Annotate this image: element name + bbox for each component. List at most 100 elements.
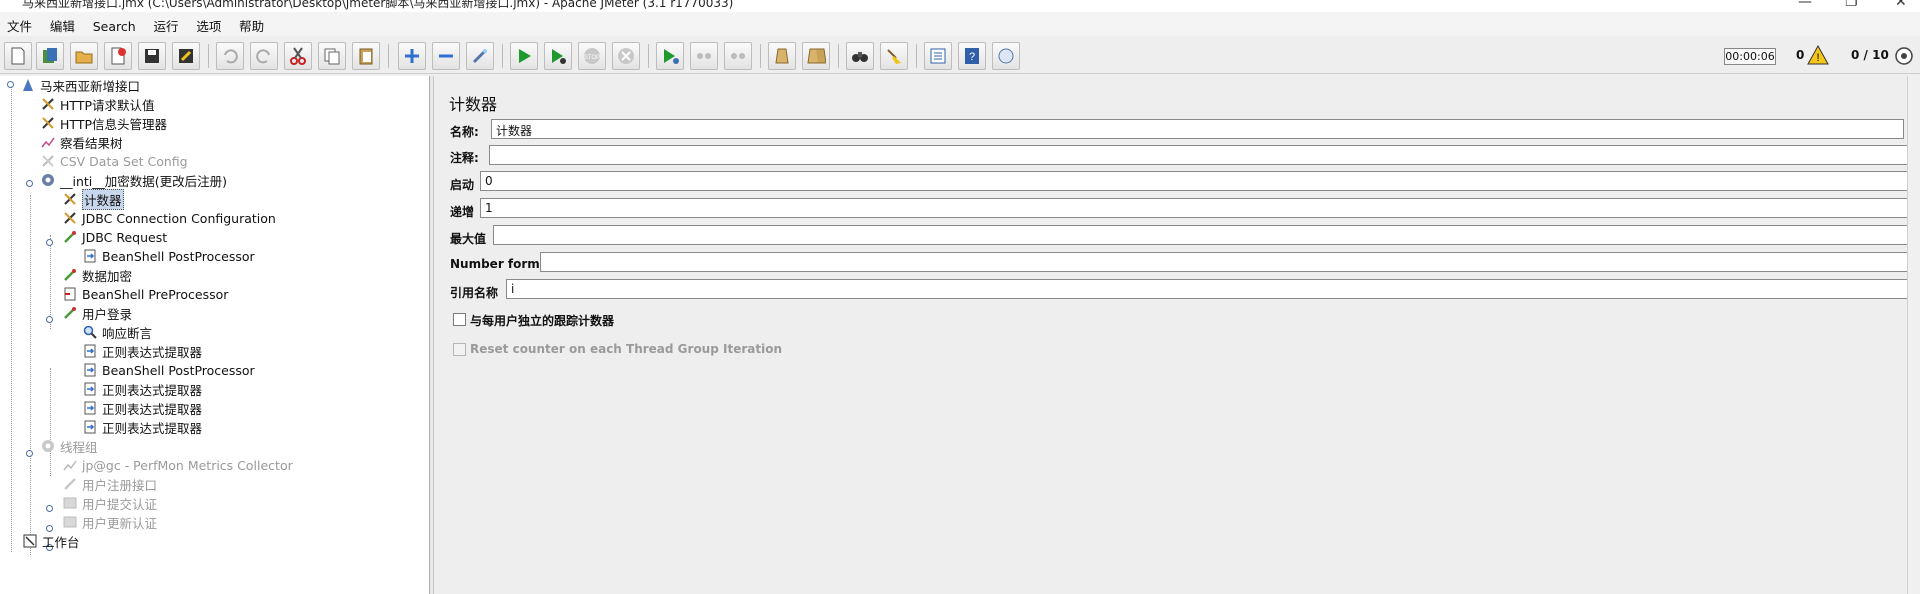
tree-node-jdbc-connection[interactable]: JDBC Connection Configuration <box>62 209 276 227</box>
menu-file[interactable]: 文件 <box>0 12 39 35</box>
tree-node-counter[interactable]: 计数器 <box>62 188 124 210</box>
logger-button[interactable] <box>992 42 1020 70</box>
clear-all-button[interactable] <box>802 42 830 70</box>
tree-node-regex-extractor-3[interactable]: 正则表达式提取器 <box>82 399 202 417</box>
tree-node-header-manager[interactable]: HTTP信息头管理器 <box>40 114 167 132</box>
remote-stop-icon <box>697 53 711 59</box>
tree-node-test-plan[interactable]: 马来西亚新增接口 <box>20 76 140 94</box>
config-tools-icon <box>40 96 56 112</box>
tree-node-user-submit-auth[interactable]: 用户提交认证 <box>62 494 157 512</box>
per-user-checkbox[interactable] <box>453 313 466 326</box>
play-icon <box>519 49 531 63</box>
reset-counter-checkbox[interactable] <box>453 343 466 356</box>
config-tools-icon <box>40 153 56 169</box>
play-no-timers-icon <box>552 49 566 64</box>
undo-icon <box>224 49 238 64</box>
tree-node-perfmon[interactable]: jp@gc - PerfMon Metrics Collector <box>62 456 293 474</box>
collapse-all-button[interactable] <box>432 42 460 70</box>
tree-node-label: JDBC Connection Configuration <box>82 210 276 226</box>
name-field[interactable]: 计数器 <box>491 119 1904 139</box>
max-field[interactable] <box>493 225 1908 245</box>
tree-node-data-encrypt[interactable]: 数据加密 <box>62 266 132 284</box>
tree-node-beanshell-post-1[interactable]: BeanShell PostProcessor <box>82 247 255 265</box>
shutdown-button[interactable] <box>612 42 640 70</box>
comment-field[interactable] <box>489 145 1908 165</box>
tree-node-workbench[interactable]: 工作台 <box>22 532 80 550</box>
menu-help[interactable]: 帮助 <box>232 12 271 35</box>
tree-node-beanshell-pre[interactable]: BeanShell PreProcessor <box>62 285 228 303</box>
logger-icon <box>998 48 1014 64</box>
paste-button[interactable] <box>352 42 380 70</box>
search-button[interactable] <box>846 42 874 70</box>
tree-toggle[interactable] <box>46 316 53 323</box>
stop-button[interactable]: STOP <box>578 42 606 70</box>
menu-edit[interactable]: 编辑 <box>43 12 82 35</box>
tree-node-view-results-tree[interactable]: 察看结果树 <box>40 133 123 151</box>
expand-all-button[interactable] <box>398 42 426 70</box>
templates-button[interactable] <box>36 42 64 70</box>
reference-name-field[interactable]: i <box>506 279 1908 299</box>
tree-node-label: 用户更新认证 <box>82 515 158 531</box>
copy-button[interactable] <box>318 42 346 70</box>
tree-node-http-defaults[interactable]: HTTP请求默认值 <box>40 95 155 113</box>
comment-label: 注释: <box>450 151 479 165</box>
config-tools-icon <box>40 115 56 131</box>
remote-engines-icon[interactable] <box>1894 46 1914 66</box>
save-selection-button[interactable] <box>172 42 200 70</box>
remote-stop-all-button[interactable] <box>690 42 718 70</box>
tree-node-label: 用户注册接口 <box>82 477 158 493</box>
tree-toggle[interactable] <box>46 505 53 512</box>
tree-node-jdbc-request[interactable]: JDBC Request <box>62 228 167 246</box>
tree-node-user-update-auth[interactable]: 用户更新认证 <box>62 513 157 531</box>
function-list-icon <box>930 48 946 64</box>
editor-scrollbar[interactable] <box>1907 76 1920 594</box>
tree-node-regex-extractor-2[interactable]: 正则表达式提取器 <box>82 380 202 398</box>
tree-node-csv-data-set[interactable]: CSV Data Set Config <box>40 152 188 170</box>
increment-field[interactable]: 1 <box>480 198 1908 218</box>
toggle-wand-icon <box>472 49 487 64</box>
redo-button[interactable] <box>250 42 278 70</box>
cut-button[interactable] <box>284 42 312 70</box>
close-icon[interactable]: ✕ <box>1895 0 1907 10</box>
tree-node-user-register[interactable]: 用户注册接口 <box>62 475 157 493</box>
menu-run[interactable]: 运行 <box>146 12 185 35</box>
start-no-pauses-button[interactable] <box>544 42 572 70</box>
tree-toggle[interactable] <box>46 239 53 246</box>
open-button[interactable] <box>70 42 98 70</box>
remote-start-all-button[interactable] <box>656 42 684 70</box>
start-field[interactable]: 0 <box>480 171 1908 191</box>
tree-node-thread-group-init[interactable]: __inti__加密数据(更改后注册) <box>40 171 227 189</box>
function-helper-button[interactable] <box>924 42 952 70</box>
menu-options[interactable]: 选项 <box>189 12 228 35</box>
clear-button[interactable] <box>768 42 796 70</box>
close-file-button[interactable] <box>104 42 132 70</box>
remote-shutdown-all-button[interactable] <box>724 42 752 70</box>
start-button[interactable] <box>510 42 538 70</box>
tree-toggle[interactable] <box>7 81 14 88</box>
tree-node-regex-extractor-1[interactable]: 正则表达式提取器 <box>82 342 202 360</box>
reset-search-button[interactable] <box>880 42 908 70</box>
tree-toggle[interactable] <box>26 450 33 457</box>
menu-search[interactable]: Search <box>86 15 143 34</box>
tree-node-response-assertion[interactable]: 响应断言 <box>82 323 152 341</box>
window-title: 马来西亚新增接口.jmx (C:\Users\Administrator\Des… <box>22 0 734 10</box>
tree-toggle[interactable] <box>26 180 33 187</box>
warning-icon[interactable]: ! <box>1807 45 1829 65</box>
tree-connector <box>50 235 51 329</box>
help-button[interactable]: ? <box>958 42 986 70</box>
toggle-button[interactable] <box>466 42 494 70</box>
undo-button[interactable] <box>216 42 244 70</box>
tree-node-beanshell-post-2[interactable]: BeanShell PostProcessor <box>82 361 255 379</box>
panel-splitter[interactable] <box>430 76 434 594</box>
number-format-field[interactable] <box>540 252 1908 272</box>
copy-icon <box>324 48 340 65</box>
tree-node-label: 线程组 <box>60 439 98 455</box>
tree-node-regex-extractor-4[interactable]: 正则表达式提取器 <box>82 418 202 436</box>
save-button[interactable] <box>138 42 166 70</box>
new-button[interactable] <box>4 42 32 70</box>
maximize-icon[interactable]: ❐ <box>1845 0 1858 10</box>
start-label: 启动 <box>450 178 475 192</box>
tree-node-user-login[interactable]: 用户登录 <box>62 304 132 322</box>
tree-node-thread-group[interactable]: 线程组 <box>40 437 98 455</box>
minimize-icon[interactable]: — <box>1798 0 1812 10</box>
